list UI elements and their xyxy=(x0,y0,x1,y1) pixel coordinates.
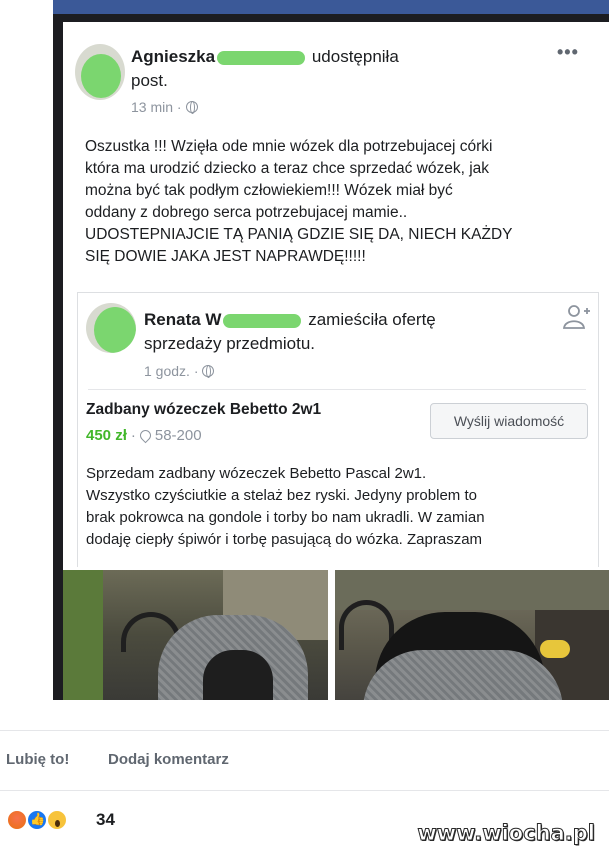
facebook-top-bar xyxy=(53,0,609,14)
seller-time[interactable]: 1 godz. · xyxy=(144,363,198,379)
post-text-line: UDOSTEPNIAJCIE TĄ PANIĄ GDZIE SIĘ DA, NI… xyxy=(85,226,513,243)
stroller-photo[interactable] xyxy=(335,570,609,700)
watermark: www.wiocha.pl xyxy=(417,821,596,846)
listing-title[interactable]: Zadbany wózeczek Bebetto 2w1 xyxy=(86,401,321,419)
listing-description: Sprzedam zadbany wózeczek Bebetto Pascal… xyxy=(86,463,586,551)
send-message-button[interactable]: Wyślij wiadomość xyxy=(430,403,588,439)
globe-icon xyxy=(185,101,198,114)
post-text-line: która ma urodzić dziecko a teraz chce sp… xyxy=(85,160,490,177)
seller-author-line: Renata W zamieściła ofertę xyxy=(144,310,436,329)
listing-location: 58-200 xyxy=(154,427,202,444)
seller-avatar[interactable] xyxy=(86,303,136,353)
seller-name[interactable]: Renata xyxy=(144,310,201,329)
shared-listing: Renata W zamieściła ofertę sprzedaży prz… xyxy=(77,292,599,567)
listing-price: 450 zł xyxy=(86,427,127,444)
description-line: Sprzedam zadbany wózeczek Bebetto Pascal… xyxy=(86,465,427,482)
like-button[interactable]: Lubię to! xyxy=(6,751,69,768)
reaction-count[interactable]: 34 xyxy=(96,810,115,830)
post-author-line: Agnieszka udostępniła xyxy=(131,46,399,68)
wow-icon[interactable] xyxy=(46,809,68,831)
description-line: Wszystko czyściutkie a stelaż bez ryski.… xyxy=(86,487,477,504)
action-bar: Lubię to! Dodaj komentarz xyxy=(0,730,609,790)
post-text-line: Oszustka !!! Wzięła ode mnie wózek dla p… xyxy=(85,138,493,155)
post-action-line2: post. xyxy=(131,71,168,90)
embedded-screenshot: Agnieszka udostępniła post. 13 min · •••… xyxy=(53,0,609,700)
redaction-scribble xyxy=(217,50,306,65)
add-friend-icon[interactable] xyxy=(562,303,590,331)
description-line: dodaję ciepły śpiwór i torbę pasującą do… xyxy=(86,531,483,548)
post-time[interactable]: 13 min · xyxy=(131,99,182,115)
post-text-line: można być tak podłym człowiekiem!!! Wóze… xyxy=(85,182,453,199)
price-line: 450 zł · 58-200 xyxy=(86,427,202,444)
more-options-icon[interactable]: ••• xyxy=(557,42,579,63)
author-avatar[interactable] xyxy=(75,44,125,100)
listing-photos xyxy=(63,570,609,700)
seller-action-line2: sprzedaży przedmiotu. xyxy=(144,334,316,353)
stroller-photo[interactable] xyxy=(63,570,328,700)
globe-icon xyxy=(202,365,215,378)
redaction-scribble xyxy=(223,313,302,328)
post-action: udostępniła xyxy=(311,47,399,66)
post-text-line: oddany z dobrego serca potrzebujacej mam… xyxy=(85,204,408,221)
location-pin-icon xyxy=(137,427,154,444)
divider xyxy=(88,389,586,390)
post-card: Agnieszka udostępniła post. 13 min · •••… xyxy=(63,22,609,700)
reactions-bar: 34 www.wiocha.pl xyxy=(0,790,609,856)
post-text: Oszustka !!! Wzięła ode mnie wózek dla p… xyxy=(85,136,597,268)
seller-meta: 1 godz. · xyxy=(144,363,215,379)
like-icon[interactable] xyxy=(26,809,48,831)
post-text-line: SIĘ DOWIE JAKA JEST NAPRAWDĘ!!!!! xyxy=(85,248,366,265)
post-meta: 13 min · xyxy=(131,99,198,115)
page: Agnieszka udostępniła post. 13 min · •••… xyxy=(0,0,609,856)
comment-button[interactable]: Dodaj komentarz xyxy=(108,751,229,768)
author-name[interactable]: Agnieszka xyxy=(131,47,215,66)
description-line: brak pokrowca na gondole i torby bo nam … xyxy=(86,509,485,526)
angry-icon[interactable] xyxy=(6,809,28,831)
